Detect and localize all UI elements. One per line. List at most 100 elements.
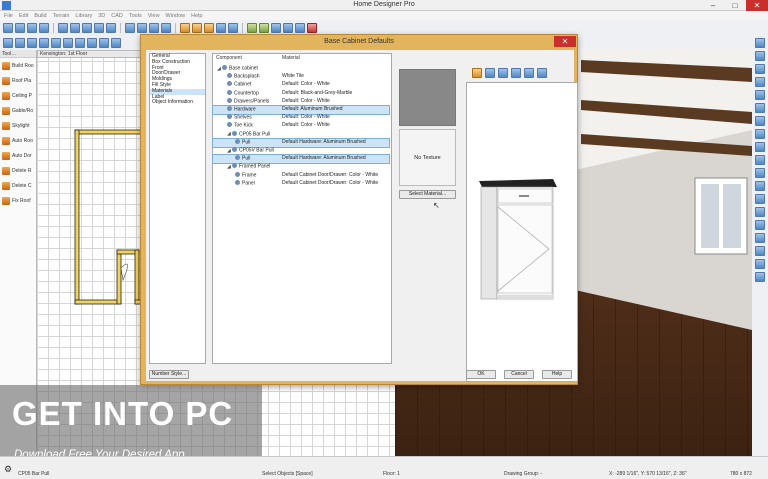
ok-button[interactable]: OK [466, 370, 496, 379]
preview-list-icon[interactable] [537, 68, 547, 78]
menu-terrain[interactable]: Terrain [53, 13, 70, 19]
new-icon[interactable] [3, 23, 13, 33]
material-row[interactable]: Hardware Default: Aluminum Brushed [212, 105, 390, 115]
material-row[interactable]: Frame Default Cabinet Door/Drawer: Color … [213, 171, 389, 180]
pan-icon[interactable] [161, 23, 171, 33]
menu-file[interactable]: File [4, 13, 13, 19]
preview-orbit-icon[interactable] [511, 68, 521, 78]
close-view-icon[interactable] [755, 38, 765, 48]
paste-icon[interactable] [106, 23, 116, 33]
minimize-button[interactable]: – [702, 0, 724, 11]
edit-icon[interactable] [755, 259, 765, 269]
undo-icon[interactable] [58, 23, 68, 33]
save-icon[interactable] [27, 23, 37, 33]
window-icon[interactable] [755, 90, 765, 100]
material-row[interactable]: ◢ CP05 Bar Pull [213, 130, 389, 139]
fill-window-icon[interactable] [149, 23, 159, 33]
material-row[interactable]: ◢ Base cabinet [213, 65, 389, 73]
rotate-icon[interactable] [755, 142, 765, 152]
library-item[interactable]: Gable/Ro [0, 103, 36, 118]
tilt-icon[interactable] [755, 233, 765, 243]
column-header-component[interactable]: Component [216, 54, 242, 63]
zoom-out-icon[interactable] [755, 77, 765, 87]
orbit-icon[interactable] [755, 116, 765, 126]
materials-icon[interactable] [259, 23, 269, 33]
roof-icon[interactable] [75, 38, 85, 48]
redo-icon[interactable] [70, 23, 80, 33]
library-icon[interactable] [295, 23, 305, 33]
door-icon[interactable] [27, 38, 37, 48]
electrical-icon[interactable] [111, 38, 121, 48]
library-item[interactable]: Delete R [0, 163, 36, 178]
layer-icon[interactable] [247, 23, 257, 33]
material-row[interactable]: Toe Kick Default: Color - White [213, 122, 389, 130]
camera-icon[interactable] [180, 23, 190, 33]
cut-icon[interactable] [82, 23, 92, 33]
category-object-information[interactable]: Object Information [150, 100, 205, 106]
menu-build[interactable]: Build [34, 13, 46, 19]
walk-icon[interactable] [755, 129, 765, 139]
dimension-icon[interactable] [271, 23, 281, 33]
library-item[interactable]: Fix Roof [0, 193, 36, 208]
menu-tools[interactable]: Tools [129, 13, 142, 19]
open-icon[interactable] [15, 23, 25, 33]
material-row[interactable]: ◢ Framed Panel [213, 163, 389, 171]
cad-icon[interactable] [87, 38, 97, 48]
wall-icon[interactable] [15, 38, 25, 48]
material-row[interactable]: Shelves Default: Color - White [213, 114, 389, 122]
glasses-icon[interactable] [755, 246, 765, 256]
cabinet-icon[interactable] [51, 38, 61, 48]
down-floor-icon[interactable] [228, 23, 238, 33]
menu-edit[interactable]: Edit [19, 13, 28, 19]
render-icon[interactable] [755, 207, 765, 217]
copy-icon[interactable] [94, 23, 104, 33]
select-icon[interactable] [3, 38, 13, 48]
menu-library[interactable]: Library [75, 13, 92, 19]
camera-move-icon[interactable] [755, 181, 765, 191]
material-row[interactable]: Backsplash White Tile [213, 73, 389, 81]
material-row[interactable]: Pull Default Hardware: Aluminum Brushed [212, 154, 390, 164]
menu-3d[interactable]: 3D [98, 13, 105, 19]
window-icon[interactable] [39, 38, 49, 48]
library-item[interactable]: Auto Dor [0, 148, 36, 163]
close-button[interactable]: ✕ [746, 0, 768, 11]
section-icon[interactable] [755, 194, 765, 204]
material-row[interactable]: Cabinet Default: Color - White [213, 81, 389, 89]
dialog-close-button[interactable]: ✕ [554, 36, 576, 47]
tile-icon[interactable] [755, 51, 765, 61]
lighting-icon[interactable] [755, 155, 765, 165]
preview-elevation-icon[interactable] [498, 68, 508, 78]
preview-render-icon[interactable] [524, 68, 534, 78]
material-row[interactable]: Countertop Default: Black-and-Grey-Marble [213, 89, 389, 98]
stairs-icon[interactable] [63, 38, 73, 48]
settings-icon[interactable] [755, 272, 765, 282]
text-icon[interactable] [283, 23, 293, 33]
preview-home-icon[interactable] [472, 68, 482, 78]
overview-icon[interactable] [192, 23, 202, 33]
settings-gear-icon[interactable]: ⚙ [4, 464, 12, 475]
help-button[interactable]: Help [542, 370, 572, 379]
material-row[interactable]: Pull Default Hardware: Aluminum Brushed [212, 137, 390, 148]
material-row[interactable]: Drawers/Panels Default: Color - White [213, 97, 389, 106]
library-item[interactable]: Roof Pla [0, 73, 36, 88]
material-row[interactable]: Panel Default Cabinet Door/Drawer: Color … [213, 179, 389, 188]
column-header-material[interactable]: Material [282, 54, 300, 63]
zoom-in-icon[interactable] [125, 23, 135, 33]
library-item[interactable]: Skylight [0, 118, 36, 133]
material-painter-icon[interactable] [755, 168, 765, 178]
library-item[interactable]: Delete C [0, 178, 36, 193]
pan-icon[interactable] [755, 103, 765, 113]
library-item[interactable]: Build Roo [0, 58, 36, 73]
preview-fit-icon[interactable] [485, 68, 495, 78]
menu-cad[interactable]: CAD [111, 13, 123, 19]
menu-window[interactable]: Window [166, 13, 186, 19]
up-floor-icon[interactable] [216, 23, 226, 33]
menu-view[interactable]: View [148, 13, 160, 19]
room-icon[interactable] [99, 38, 109, 48]
dolly-icon[interactable] [755, 220, 765, 230]
maximize-button[interactable]: □ [724, 0, 746, 11]
library-item[interactable]: Auto Roo [0, 133, 36, 148]
material-row[interactable]: ◢ CP05V Bar Pull [213, 147, 389, 155]
menu-help[interactable]: Help [191, 13, 202, 19]
delete-icon[interactable] [307, 23, 317, 33]
